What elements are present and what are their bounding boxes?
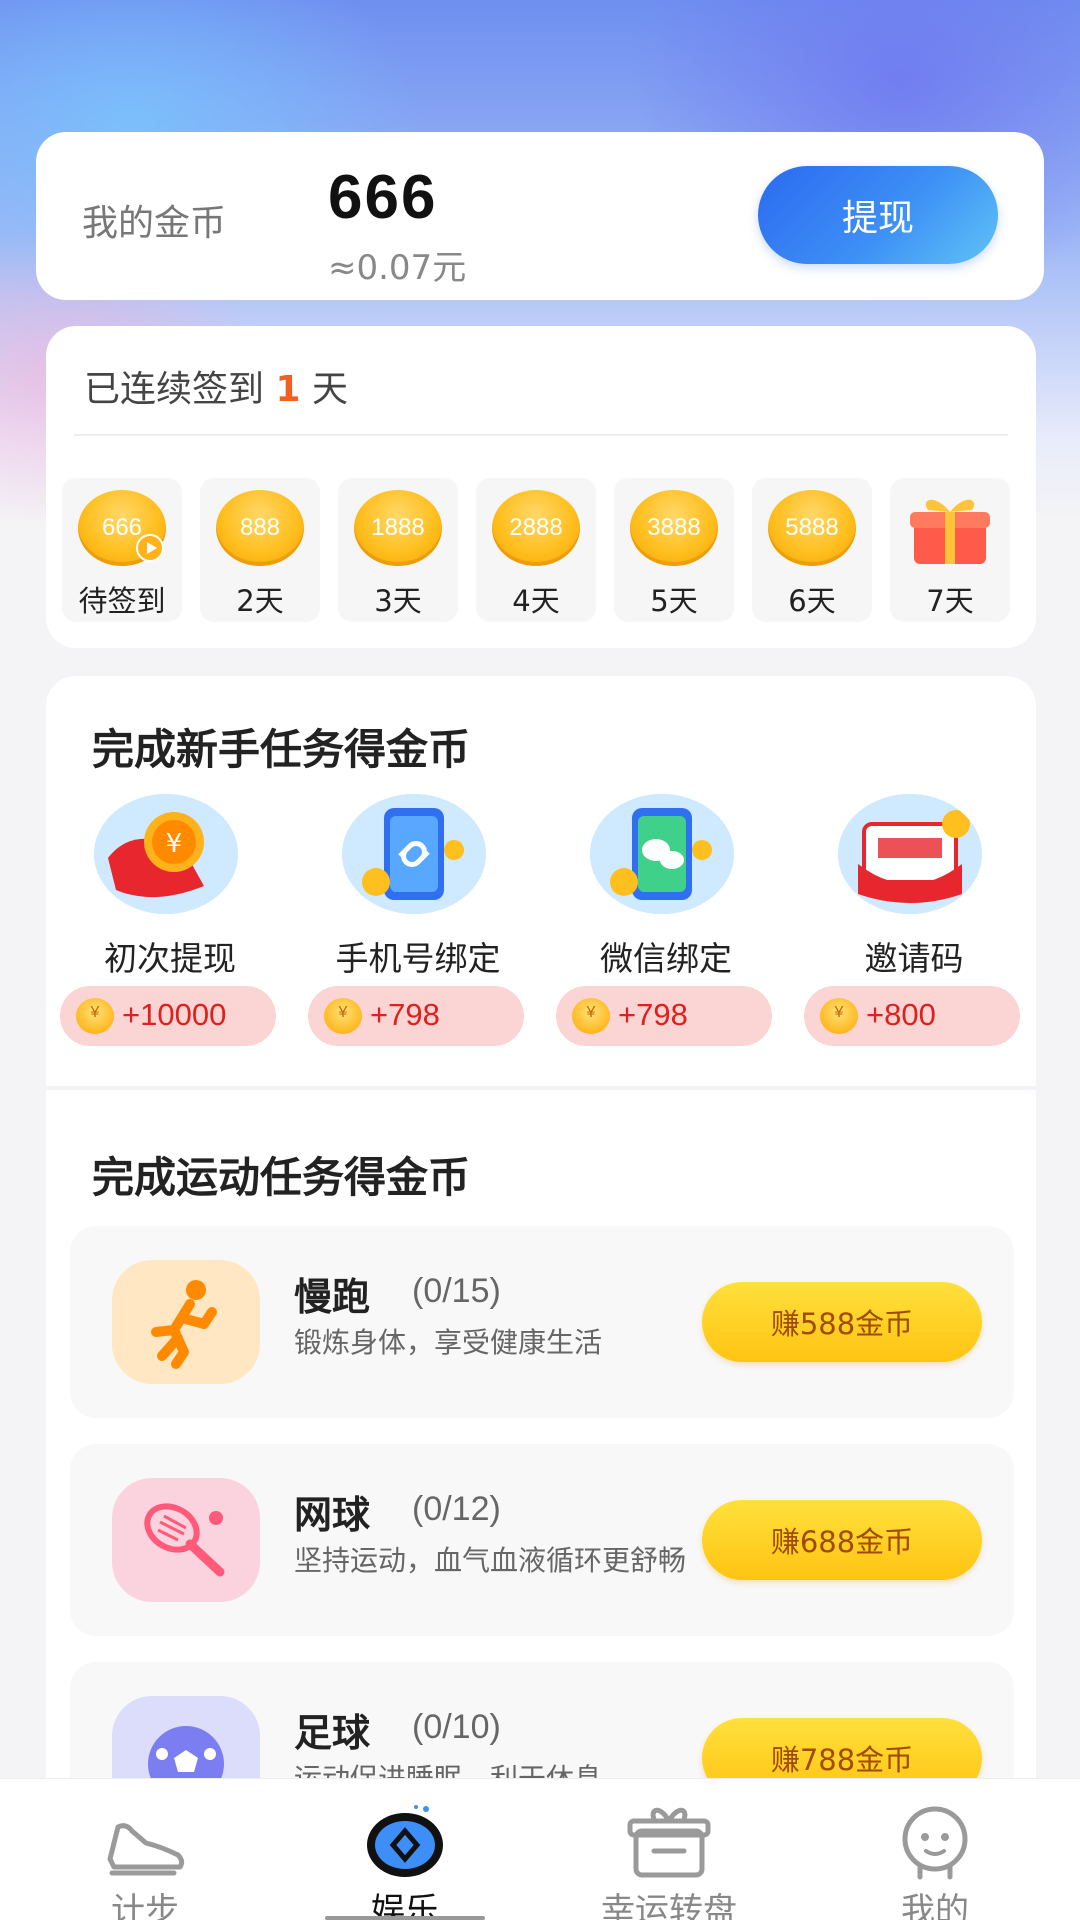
balance-card: 我的金币 666 ≈0.07元 提现 [36, 132, 1044, 300]
tennis-icon [112, 1478, 260, 1602]
sport-name: 足球 [294, 1711, 371, 1755]
svg-text:¥: ¥ [166, 829, 183, 859]
day-label: 待签到 [78, 584, 166, 618]
coin-icon [820, 998, 858, 1034]
gift-icon [910, 499, 990, 564]
nav-label: 我的 [901, 1891, 969, 1920]
home-indicator [325, 1916, 485, 1920]
signin-day-row: 666 待签到 888 2天 1888 3天 2888 4天 3888 5天 5… [62, 478, 1022, 624]
day-label: 4天 [512, 584, 560, 618]
play-icon [136, 534, 164, 562]
sport-name: 网球 [294, 1493, 371, 1537]
nav-label: 幸运转盘 [601, 1891, 737, 1920]
coin-value: 888 [239, 514, 281, 541]
day-label: 6天 [788, 584, 836, 618]
coin-icon [324, 998, 362, 1034]
signin-day-3[interactable]: 1888 3天 [338, 478, 458, 622]
gold-coin-icon: 1888 [354, 490, 442, 566]
newbie-task-bind-phone[interactable]: 手机号绑定 +798 [308, 794, 528, 1054]
gold-coin-icon: 888 [216, 490, 304, 566]
sport-task-tennis: 网球 (0/12) 坚持运动，血气血液循环更舒畅 赚688金币 [70, 1444, 1014, 1636]
reward-amount: +798 [618, 997, 688, 1032]
reward-pill: +798 [308, 986, 524, 1046]
nav-label: 娱乐 [371, 1891, 439, 1920]
sport-progress: (0/15) [412, 1272, 501, 1310]
divider [74, 434, 1008, 436]
reward-pill: +798 [556, 986, 772, 1046]
signin-day-6[interactable]: 5888 6天 [752, 478, 872, 622]
day-label: 7天 [926, 584, 974, 618]
nav-item-steps[interactable]: 计步 [10, 1779, 280, 1920]
reward-amount: +10000 [122, 997, 227, 1032]
invite-ticket-icon [838, 794, 982, 914]
newbie-task-label: 邀请码 [864, 939, 964, 978]
withdraw-button[interactable]: 提现 [758, 166, 998, 264]
nav-item-lucky-wheel[interactable]: 幸运转盘 [534, 1779, 804, 1920]
coin-icon [76, 998, 114, 1034]
sport-name: 慢跑 [294, 1275, 371, 1319]
nav-label: 计步 [111, 1891, 179, 1920]
coin-icon [572, 998, 610, 1034]
sport-description: 坚持运动，血气血液循环更舒畅 [294, 1544, 687, 1577]
reward-pill: +800 [804, 986, 1020, 1046]
signin-streak-title: 已连续签到 1 天 [84, 360, 348, 412]
signin-day-2[interactable]: 888 2天 [200, 478, 320, 622]
coin-value: 1888 [371, 514, 425, 541]
wechat-phone-icon [590, 794, 734, 914]
coin-balance: 666 [328, 163, 438, 232]
sneaker-icon [107, 1823, 185, 1876]
signin-card: 已连续签到 1 天 666 待签到 888 2天 1888 3天 2888 4天… [46, 326, 1036, 648]
reward-amount: +798 [370, 997, 440, 1032]
signin-day-4[interactable]: 2888 4天 [476, 478, 596, 622]
newbie-task-bind-wechat[interactable]: 微信绑定 +798 [556, 794, 776, 1054]
newbie-task-label: 微信绑定 [600, 939, 732, 978]
coin-value: 2888 [509, 514, 563, 541]
running-icon [112, 1260, 260, 1384]
earn-coins-button[interactable]: 赚688金币 [702, 1500, 982, 1580]
red-envelope-coin-icon: ¥ [94, 794, 238, 914]
nav-item-profile[interactable]: 我的 [800, 1779, 1070, 1920]
nav-item-entertainment[interactable]: 娱乐 [270, 1779, 540, 1920]
gift-box-icon [627, 1807, 711, 1878]
reward-pill: +10000 [60, 986, 276, 1046]
newbie-task-card: 完成新手任务得金币 ¥ 初次提现 +10000 手机号绑定 +798 [46, 676, 1036, 1086]
sport-section-title: 完成运动任务得金币 [92, 1153, 471, 1202]
newbie-task-invite-code[interactable]: 邀请码 +800 [804, 794, 1024, 1054]
sport-task-jogging: 慢跑 (0/15) 锻炼身体，享受健康生活 赚588金币 [70, 1226, 1014, 1418]
entertainment-icon [367, 1805, 443, 1877]
coin-value: 3888 [647, 514, 701, 541]
signin-day-1[interactable]: 666 待签到 [62, 478, 182, 622]
newbie-task-label: 手机号绑定 [335, 939, 501, 978]
day-label: 3天 [374, 584, 422, 618]
profile-icon [902, 1806, 968, 1880]
phone-link-icon [342, 794, 486, 914]
gold-coin-icon: 5888 [768, 490, 856, 566]
signin-prefix: 已连续签到 [84, 369, 265, 410]
newbie-section-title: 完成新手任务得金币 [92, 725, 471, 774]
signin-day-7[interactable]: 7天 [890, 478, 1010, 622]
day-label: 2天 [236, 584, 284, 618]
reward-amount: +800 [866, 997, 936, 1032]
signin-suffix: 天 [311, 369, 348, 410]
signin-day-5[interactable]: 3888 5天 [614, 478, 734, 622]
day-label: 5天 [650, 584, 698, 618]
sport-progress: (0/10) [412, 1708, 501, 1746]
coin-value: 5888 [785, 514, 839, 541]
newbie-task-label: 初次提现 [104, 939, 236, 978]
signin-streak-count: 1 [275, 369, 301, 410]
sport-progress: (0/12) [412, 1490, 501, 1528]
newbie-task-first-withdraw[interactable]: ¥ 初次提现 +10000 [60, 794, 280, 1054]
gold-coin-icon: 3888 [630, 490, 718, 566]
balance-cash-equivalent: ≈0.07元 [328, 248, 467, 288]
sport-description: 锻炼身体，享受健康生活 [294, 1326, 603, 1359]
bottom-nav: 计步 娱乐 幸运转盘 我的 [0, 1778, 1080, 1920]
gold-coin-icon: 2888 [492, 490, 580, 566]
gold-coin-icon: 666 [78, 490, 166, 566]
balance-label: 我的金币 [82, 203, 227, 244]
earn-coins-button[interactable]: 赚588金币 [702, 1282, 982, 1362]
